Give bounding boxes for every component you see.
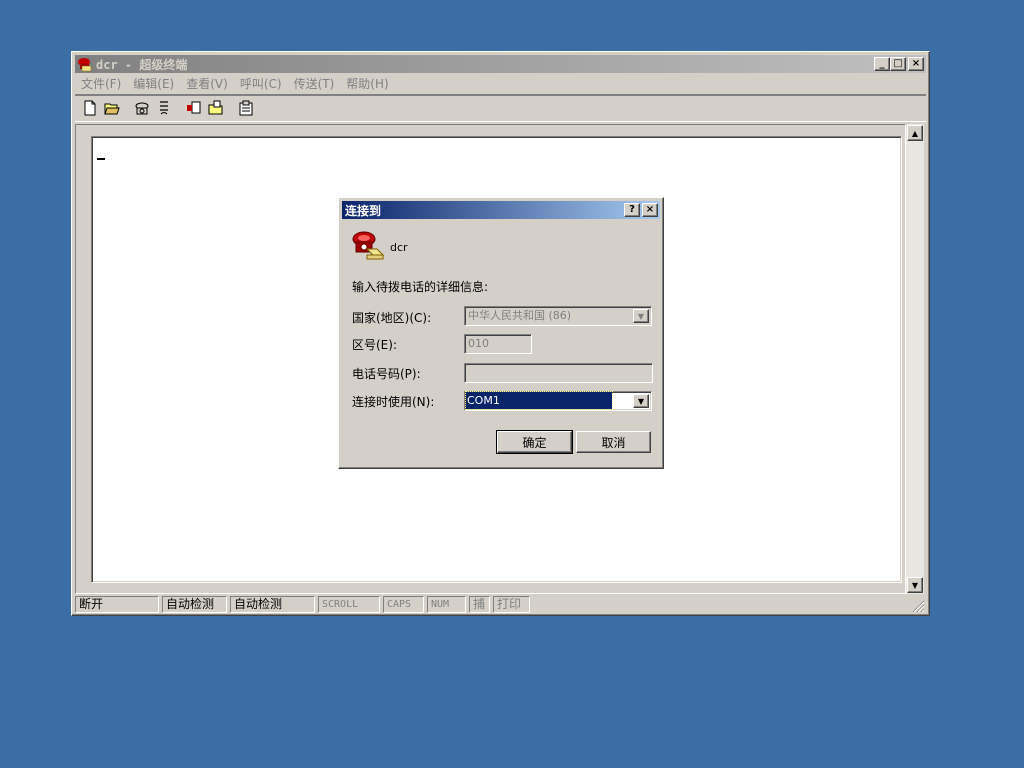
- open-button[interactable]: [101, 97, 123, 119]
- menu-bar: 文件(F) 编辑(E) 查看(V) 呼叫(C) 传送(T) 帮助(H): [75, 74, 926, 93]
- menu-call[interactable]: 呼叫(C): [234, 75, 288, 92]
- country-label: 国家(地区)(C):: [352, 311, 432, 325]
- new-connection-button[interactable]: [79, 97, 101, 119]
- help-icon: ?: [629, 204, 635, 215]
- receive-file-icon: [208, 100, 223, 115]
- resize-grip-icon[interactable]: [912, 600, 925, 613]
- status-bar: 断开 自动检测 自动检测 SCROLL CAPS NUM 捕 打印: [75, 595, 926, 614]
- chevron-down-icon: ▼: [637, 311, 645, 321]
- menu-edit[interactable]: 编辑(E): [127, 75, 180, 92]
- window-title: dcr - 超级终端: [96, 57, 188, 72]
- vertical-scrollbar[interactable]: ▲ ▼: [906, 124, 924, 594]
- status-caps: CAPS: [383, 596, 424, 613]
- dialog-titlebar[interactable]: 连接到 ? ×: [342, 201, 660, 219]
- dialog-close-button[interactable]: ×: [642, 203, 658, 217]
- close-icon: ×: [911, 58, 921, 69]
- status-detect-2: 自动检测: [230, 596, 315, 613]
- connect-using-label: 连接时使用(N):: [352, 395, 435, 409]
- instruction-text: 输入待拨电话的详细信息:: [352, 280, 489, 294]
- window-titlebar[interactable]: dcr - 超级终端 _ □ ×: [75, 55, 926, 73]
- connect-to-dialog: 连接到 ? × dcr 输入待拨电话的详细信息: 国家(地区)(C): 中华人民…: [338, 197, 664, 469]
- area-code-value: 010: [468, 337, 489, 350]
- ok-button[interactable]: 确定: [496, 430, 573, 454]
- properties-icon: [239, 100, 253, 116]
- status-detect-1: 自动检测: [162, 596, 227, 613]
- status-num: NUM: [427, 596, 466, 613]
- scroll-down-button[interactable]: ▼: [907, 577, 923, 593]
- minimize-button[interactable]: _: [874, 57, 890, 71]
- country-dropdown-button: ▼: [633, 309, 649, 323]
- menu-help[interactable]: 帮助(H): [340, 75, 394, 92]
- ok-label: 确定: [522, 435, 547, 450]
- connect-using-value: COM1: [465, 391, 613, 410]
- hangup-icon: [160, 101, 168, 115]
- maximize-icon: □: [893, 58, 903, 69]
- cancel-button[interactable]: 取消: [576, 431, 651, 453]
- connection-phone-icon: [352, 231, 385, 260]
- status-scroll: SCROLL: [318, 596, 380, 613]
- area-code-input: 010: [464, 334, 532, 354]
- receive-button[interactable]: [205, 97, 227, 119]
- arrow-down-icon: ▼: [911, 580, 919, 590]
- open-folder-icon: [104, 103, 120, 115]
- status-print: 打印: [493, 596, 530, 613]
- help-button[interactable]: ?: [624, 203, 640, 217]
- dialog-title: 连接到: [345, 203, 382, 218]
- new-document-icon: [84, 100, 96, 116]
- country-value: 中华人民共和国 (86): [468, 309, 572, 322]
- menu-transfer[interactable]: 传送(T): [288, 75, 341, 92]
- menu-file[interactable]: 文件(F): [75, 75, 127, 92]
- country-select: 中华人民共和国 (86) ▼: [464, 306, 652, 326]
- disconnect-button[interactable]: [153, 97, 175, 119]
- text-cursor: [97, 158, 105, 160]
- toolbar: [75, 94, 926, 122]
- maximize-button[interactable]: □: [890, 57, 906, 71]
- cancel-label: 取消: [601, 435, 626, 450]
- scroll-up-button[interactable]: ▲: [907, 125, 923, 141]
- close-button[interactable]: ×: [908, 57, 924, 71]
- connect-using-dropdown-button[interactable]: ▼: [633, 394, 649, 408]
- status-capture: 捕: [469, 596, 490, 613]
- call-button[interactable]: [131, 97, 153, 119]
- phone-icon: [135, 102, 149, 115]
- arrow-up-icon: ▲: [911, 128, 919, 138]
- connect-using-select[interactable]: COM1 ▼: [464, 391, 652, 411]
- send-file-icon: [187, 101, 201, 114]
- area-code-label: 区号(E):: [352, 338, 397, 352]
- phone-number-input: [464, 363, 653, 383]
- close-icon: ×: [645, 204, 655, 215]
- menu-view[interactable]: 查看(V): [180, 75, 234, 92]
- chevron-down-icon: ▼: [637, 396, 645, 406]
- phone-number-label: 电话号码(P):: [352, 367, 421, 381]
- connection-name: dcr: [390, 241, 408, 254]
- phone-app-icon: [77, 56, 93, 72]
- status-connection: 断开: [75, 596, 159, 613]
- properties-button[interactable]: [235, 97, 257, 119]
- send-button[interactable]: [183, 97, 205, 119]
- minimize-icon: _: [879, 58, 885, 69]
